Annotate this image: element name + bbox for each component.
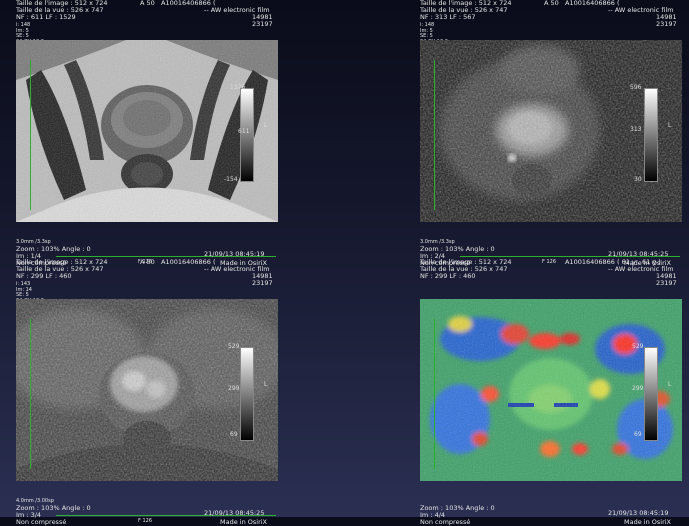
vertical-scale-ruler: [30, 319, 31, 469]
image-index: Im : 3/4: [16, 511, 42, 519]
acquisition-date: 21/09/13 08:45:25: [204, 509, 265, 517]
wl-bottom: 69: [230, 431, 238, 438]
wl-top: 529: [228, 343, 240, 350]
wl-mid: 313: [630, 126, 642, 133]
code-2: 23197: [252, 20, 273, 28]
nf-lf: NF : 313 LF : 567: [420, 13, 476, 21]
viewer-pane-4[interactable]: Taille de l'image : 512 x 724 Taille de …: [420, 259, 682, 526]
wl-bottom: 69: [634, 431, 642, 438]
mri-image-adc[interactable]: [420, 40, 682, 222]
window-level-bar[interactable]: [240, 88, 254, 182]
acquisition-date: 21/09/13 08:45:19: [204, 250, 265, 258]
wl-bottom: -154: [224, 176, 238, 183]
a50-label: A 50: [140, 258, 155, 266]
side-letter: L: [668, 122, 672, 129]
viewer-pane-3[interactable]: Taille de l'image : 512 x 724 Taille de …: [16, 258, 278, 526]
nf-lf: NF : 299 LF : 460: [16, 272, 72, 280]
code-2: 23197: [656, 20, 677, 28]
wl-top: 596: [630, 84, 642, 91]
a50-label: A 50: [544, 0, 559, 7]
vertical-scale-ruler: [434, 319, 435, 469]
viewer-pane-1[interactable]: Taille de l'image : 512 x 724 Taille de …: [16, 0, 278, 267]
image-index: Im : 4/4: [420, 511, 446, 519]
code-2: 23197: [252, 279, 273, 287]
nf-lf: NF : 611 LF : 1529: [16, 13, 76, 21]
side-letter: L: [668, 381, 672, 388]
viewer-pane-2[interactable]: Taille de l'image : 512 x 724 Taille de …: [420, 0, 682, 267]
f-label: F 126: [138, 518, 153, 524]
compression: Non compressé: [420, 518, 471, 526]
window-level-bar[interactable]: [644, 88, 658, 182]
window-level-bar[interactable]: [240, 347, 254, 441]
vertical-scale-ruler: [434, 60, 435, 210]
wl-mid: 299: [632, 385, 644, 392]
made-in-osirix: Made in OsiriX: [220, 518, 268, 526]
wl-mid: 299: [228, 385, 240, 392]
pane-footer: 3.0mm /3.3sp Zoom : 103% Angle : 0 Im : …: [420, 232, 682, 267]
a50-label: A 50: [140, 0, 155, 7]
window-level-bar[interactable]: [644, 347, 658, 441]
acquisition-date: 21/09/13 08:45:25: [608, 250, 669, 258]
made-in-osirix: Made in OsiriX: [624, 518, 672, 526]
pane-footer: Zoom : 103% Angle : 0 Im : 4/4 Non compr…: [420, 491, 682, 526]
acquisition-date: 21/09/13 08:45:19: [608, 509, 669, 517]
nf-lf: NF : 299 LF : 460: [420, 272, 476, 280]
wl-mid: 611: [238, 128, 250, 135]
vertical-scale-ruler: [30, 60, 31, 210]
side-letter: L: [264, 122, 268, 129]
pane-footer: 4.0mm /3.00sp Zoom : 103% Angle : 0 Im :…: [16, 491, 278, 526]
code-2: 23197: [656, 279, 677, 287]
wl-top: 1376: [230, 84, 246, 91]
wl-top: 529: [632, 343, 644, 350]
wl-bottom: 30: [634, 176, 642, 183]
compression: Non compressé: [16, 518, 67, 526]
pane-footer: 3.0mm /3.3sp Zoom : 103% Angle : 0 Im : …: [16, 232, 278, 267]
side-letter: L: [264, 381, 268, 388]
